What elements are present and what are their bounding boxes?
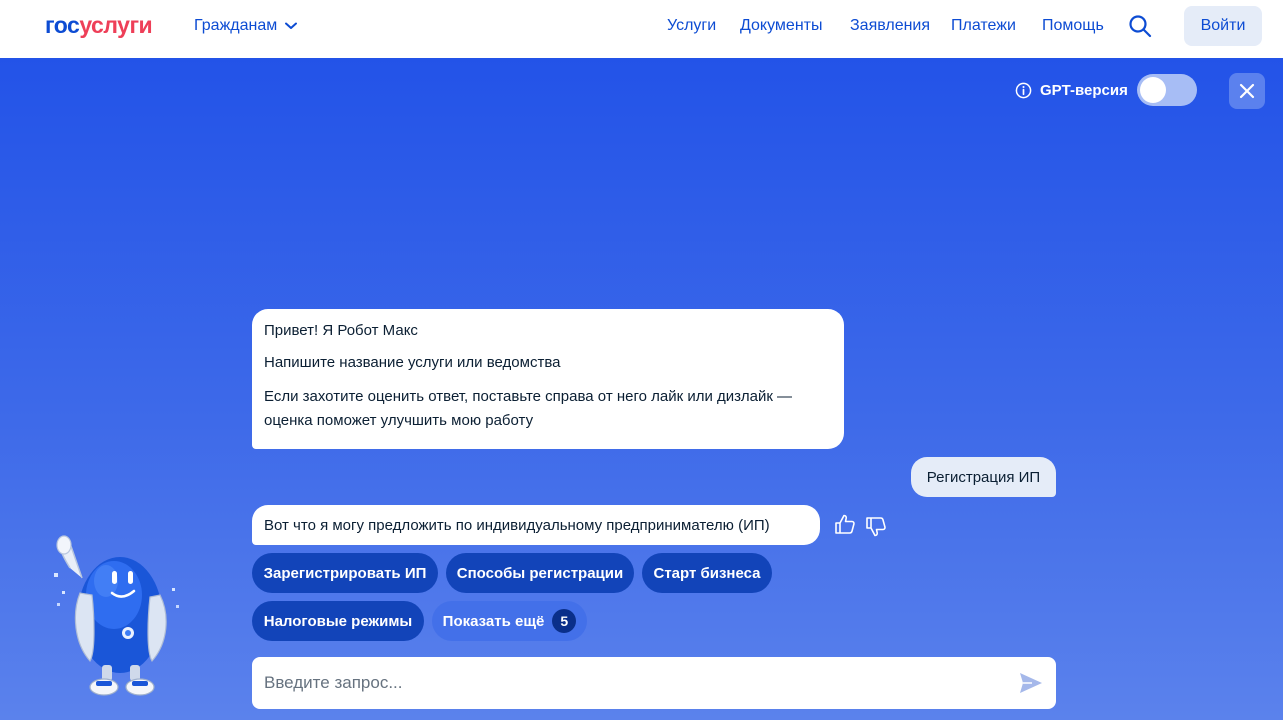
greeting-line-2: Напишите название услуги или ведомства <box>264 354 561 371</box>
close-button[interactable] <box>1229 73 1265 109</box>
toggle-knob <box>1140 77 1166 103</box>
nav-payments[interactable]: Платежи <box>951 17 1016 35</box>
gosuslugi-logo[interactable]: госуслуги <box>45 12 153 39</box>
login-button[interactable]: Войти <box>1184 6 1262 46</box>
gpt-label-group: GPT-версия <box>1015 74 1128 106</box>
greeting-line-3: Если захотите оценить ответ, поставьте с… <box>264 388 793 429</box>
top-header: госуслуги Гражданам Услуги Документы Зая… <box>0 0 1283 58</box>
nav-documents[interactable]: Документы <box>740 17 822 35</box>
thumbs-up-icon[interactable] <box>834 513 856 535</box>
nav-help[interactable]: Помощь <box>1042 17 1104 35</box>
chip-register-ip[interactable]: Зарегистрировать ИП <box>252 553 438 593</box>
user-message: Регистрация ИП <box>911 457 1056 497</box>
citizens-label: Гражданам <box>194 17 278 34</box>
thumbs-down-icon[interactable] <box>865 516 887 538</box>
chip-tax-regimes[interactable]: Налоговые режимы <box>252 601 424 641</box>
show-more-label: Показать ещё <box>442 612 545 630</box>
show-more-button[interactable]: Показать ещё 5 <box>432 601 587 641</box>
close-icon <box>1239 83 1255 99</box>
show-more-count-badge: 5 <box>552 609 577 633</box>
greeting-line-1: Привет! Я Робот Макс <box>264 322 418 339</box>
bot-greeting-message: Привет! Я Робот Макс Напишите название у… <box>252 309 844 449</box>
nav-services[interactable]: Услуги <box>667 17 716 35</box>
logo-part-gos: гос <box>45 12 80 38</box>
search-icon[interactable] <box>1128 14 1152 38</box>
send-icon[interactable] <box>1018 670 1044 696</box>
bot-reply-message: Вот что я могу предложить по индивидуаль… <box>252 505 820 545</box>
nav-applications[interactable]: Заявления <box>850 17 930 35</box>
chip-registration-methods[interactable]: Способы регистрации <box>446 553 634 593</box>
citizens-dropdown[interactable]: Гражданам <box>194 17 298 35</box>
chip-business-start[interactable]: Старт бизнеса <box>642 553 772 593</box>
robot-max-mascot <box>54 535 179 696</box>
info-icon[interactable] <box>1015 82 1032 99</box>
gpt-version-label: GPT-версия <box>1040 81 1128 99</box>
query-input[interactable] <box>264 657 1004 709</box>
chat-area: GPT-версия Привет! Я Робот Макс Напишите… <box>0 58 1283 720</box>
logo-part-uslugi: услуги <box>79 12 153 38</box>
query-input-container <box>252 657 1056 709</box>
bot-reply-text: Вот что я могу предложить по индивидуаль… <box>264 516 770 534</box>
gpt-version-toggle[interactable] <box>1137 74 1197 106</box>
chevron-down-icon <box>285 22 298 29</box>
